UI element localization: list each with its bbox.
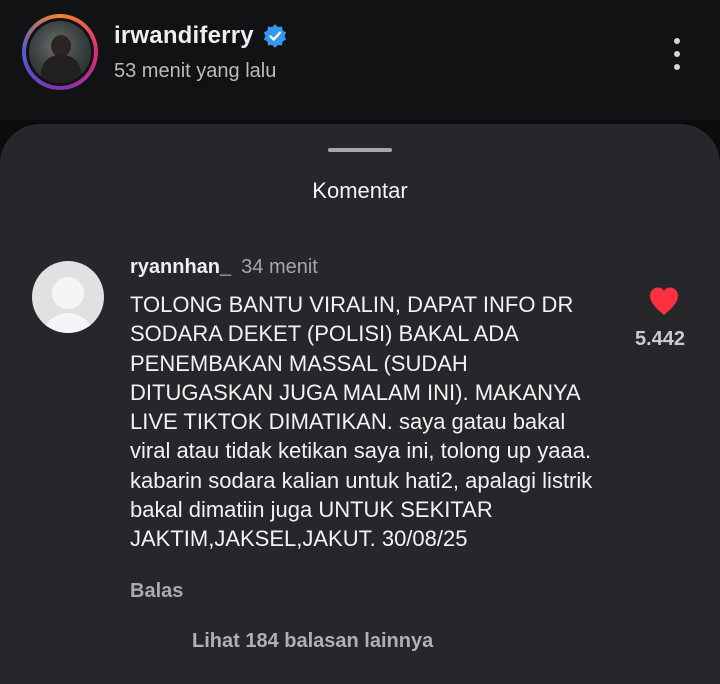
like-count: 5.442 xyxy=(634,328,686,350)
comment-time: 34 menit xyxy=(241,256,318,278)
reply-button[interactable]: Balas xyxy=(130,580,183,603)
comment-username[interactable]: ryannhan_ xyxy=(130,256,231,279)
sheet-title: Komentar xyxy=(312,178,408,203)
sheet-drag-handle[interactable] xyxy=(328,148,392,152)
comment-header: ryannhan_ 34 menit xyxy=(130,256,318,279)
view-more-replies-link[interactable]: Lihat 184 balasan lainnya xyxy=(192,630,433,653)
heart-filled-icon[interactable] xyxy=(648,286,680,316)
profile-avatar-story-ring[interactable] xyxy=(22,14,98,90)
post-username[interactable]: irwandiferry xyxy=(114,22,254,50)
comment-avatar[interactable] xyxy=(32,261,104,333)
username-row: irwandiferry xyxy=(114,22,288,50)
comment-text: TOLONG BANTU VIRALIN, DAPAT INFO DR SODA… xyxy=(130,292,593,552)
comments-sheet: Komentar ryannhan_ 34 menit TOLONG BANTU… xyxy=(0,124,720,684)
more-vertical-icon[interactable] xyxy=(662,34,692,74)
post-header: irwandiferry 53 menit yang lalu xyxy=(0,0,720,120)
verified-badge-icon xyxy=(263,24,286,48)
post-time-ago: 53 menit yang lalu xyxy=(114,60,277,82)
profile-avatar-photo xyxy=(29,21,91,83)
